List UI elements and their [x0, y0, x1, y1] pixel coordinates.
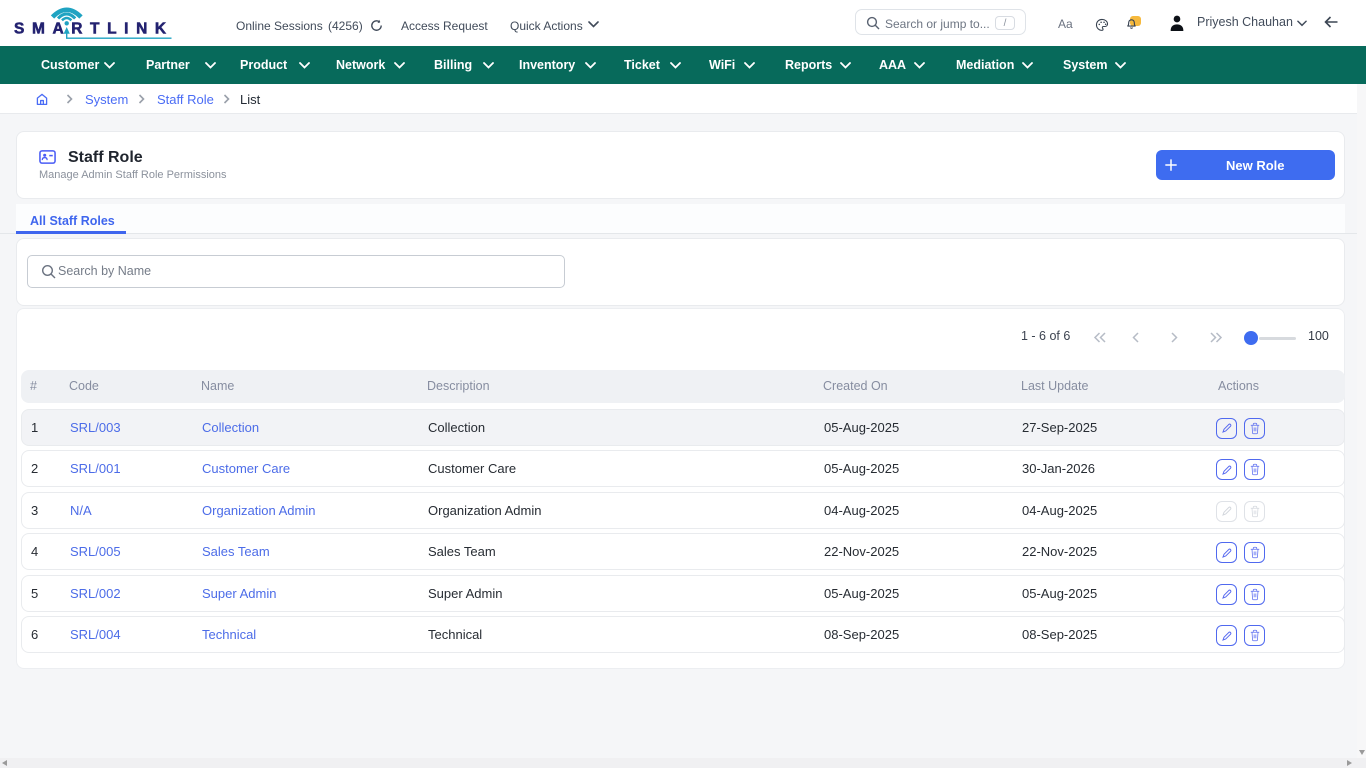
- svg-text:SMARTLINK: SMARTLINK: [14, 21, 174, 38]
